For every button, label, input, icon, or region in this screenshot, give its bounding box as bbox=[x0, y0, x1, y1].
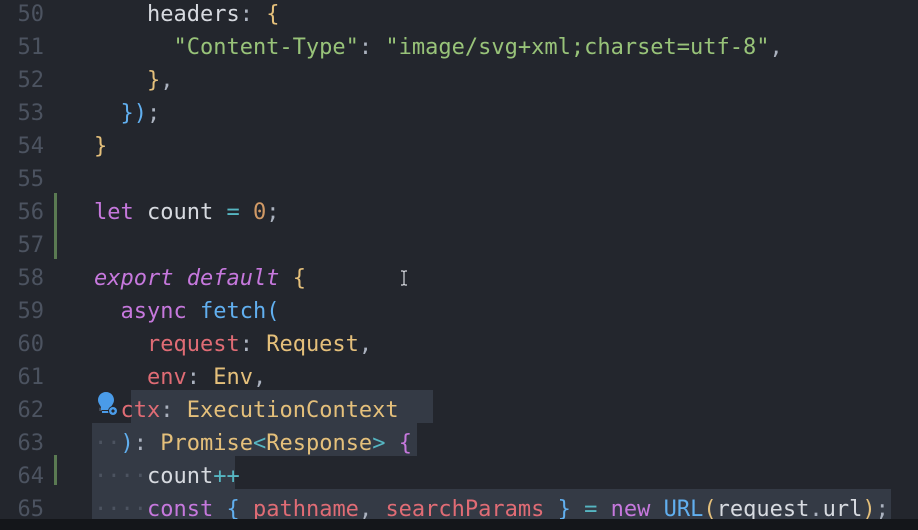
code-token: , bbox=[160, 68, 174, 93]
code-token: fetch bbox=[199, 299, 267, 324]
code-token: < bbox=[252, 431, 267, 456]
code-line[interactable]: ··): Promise<Response> { bbox=[0, 427, 918, 460]
code-token: { bbox=[292, 266, 306, 291]
code-token: ctx bbox=[120, 398, 161, 423]
code-token: ; bbox=[146, 101, 161, 126]
code-line[interactable]: export default { bbox=[0, 262, 918, 295]
code-token: ExecutionContext bbox=[186, 398, 399, 423]
code-token: request bbox=[94, 332, 240, 357]
code-token: : bbox=[358, 35, 386, 60]
code-token: Promise bbox=[160, 431, 253, 456]
code-token: : bbox=[239, 332, 267, 357]
code-line[interactable]: ··ctx: ExecutionContext bbox=[0, 394, 918, 427]
code-token: export default bbox=[94, 266, 293, 291]
code-token: ( bbox=[266, 299, 280, 324]
code-token: "image/svg+xml;charset=utf-8" bbox=[385, 35, 770, 60]
code-token: : bbox=[160, 398, 187, 423]
code-token: "Content-Type" bbox=[94, 35, 359, 60]
code-token: = bbox=[226, 200, 253, 225]
code-token: > bbox=[372, 431, 399, 456]
code-line[interactable]: env: Env, bbox=[0, 361, 918, 394]
code-token: }) bbox=[94, 101, 147, 126]
code-line[interactable]: "Content-Type": "image/svg+xml;charset=u… bbox=[0, 31, 918, 64]
code-line[interactable] bbox=[0, 229, 918, 262]
code-line[interactable]: } bbox=[0, 130, 918, 163]
code-token: 0 bbox=[252, 200, 267, 225]
code-token: let bbox=[94, 200, 147, 225]
code-token: headers bbox=[94, 2, 240, 27]
code-line[interactable]: let count = 0; bbox=[0, 196, 918, 229]
code-token: Env bbox=[213, 365, 253, 390]
code-line[interactable]: request: Request, bbox=[0, 328, 918, 361]
code-line[interactable]: }); bbox=[0, 97, 918, 130]
code-token: : bbox=[133, 431, 161, 456]
code-token: async bbox=[94, 299, 200, 324]
code-line[interactable] bbox=[0, 163, 918, 196]
code-token: ·· bbox=[94, 431, 121, 456]
code-token: ) bbox=[120, 431, 134, 456]
code-token: } bbox=[94, 134, 108, 159]
code-token: Response bbox=[266, 431, 373, 456]
code-line[interactable]: async fetch( bbox=[0, 295, 918, 328]
code-token: count bbox=[146, 464, 214, 489]
code-editor[interactable]: 50 51 52 53 54 55 56 57 58 59 60 61 62 63 64 65 headers… bbox=[0, 0, 918, 530]
code-token: count bbox=[146, 200, 227, 225]
code-token: } bbox=[94, 68, 161, 93]
code-token: , bbox=[769, 35, 783, 60]
code-line[interactable]: }, bbox=[0, 64, 918, 97]
code-token: ++ bbox=[213, 464, 240, 489]
code-token: { bbox=[398, 431, 412, 456]
code-token: , bbox=[358, 332, 373, 357]
code-token: env bbox=[94, 365, 187, 390]
i-beam-cursor-icon bbox=[401, 270, 407, 286]
code-token: ···· bbox=[94, 464, 147, 489]
code-token: , bbox=[252, 365, 267, 390]
editor-bottom-edge bbox=[0, 519, 918, 530]
code-token: { bbox=[266, 2, 280, 27]
code-token: : bbox=[186, 365, 214, 390]
code-line[interactable]: ····count++ bbox=[0, 460, 918, 493]
code-token: : bbox=[239, 2, 267, 27]
lightbulb-icon[interactable] bbox=[96, 390, 120, 418]
code-token: ; bbox=[266, 200, 280, 225]
code-token: Request bbox=[266, 332, 359, 357]
code-line[interactable]: headers: { bbox=[0, 0, 918, 31]
